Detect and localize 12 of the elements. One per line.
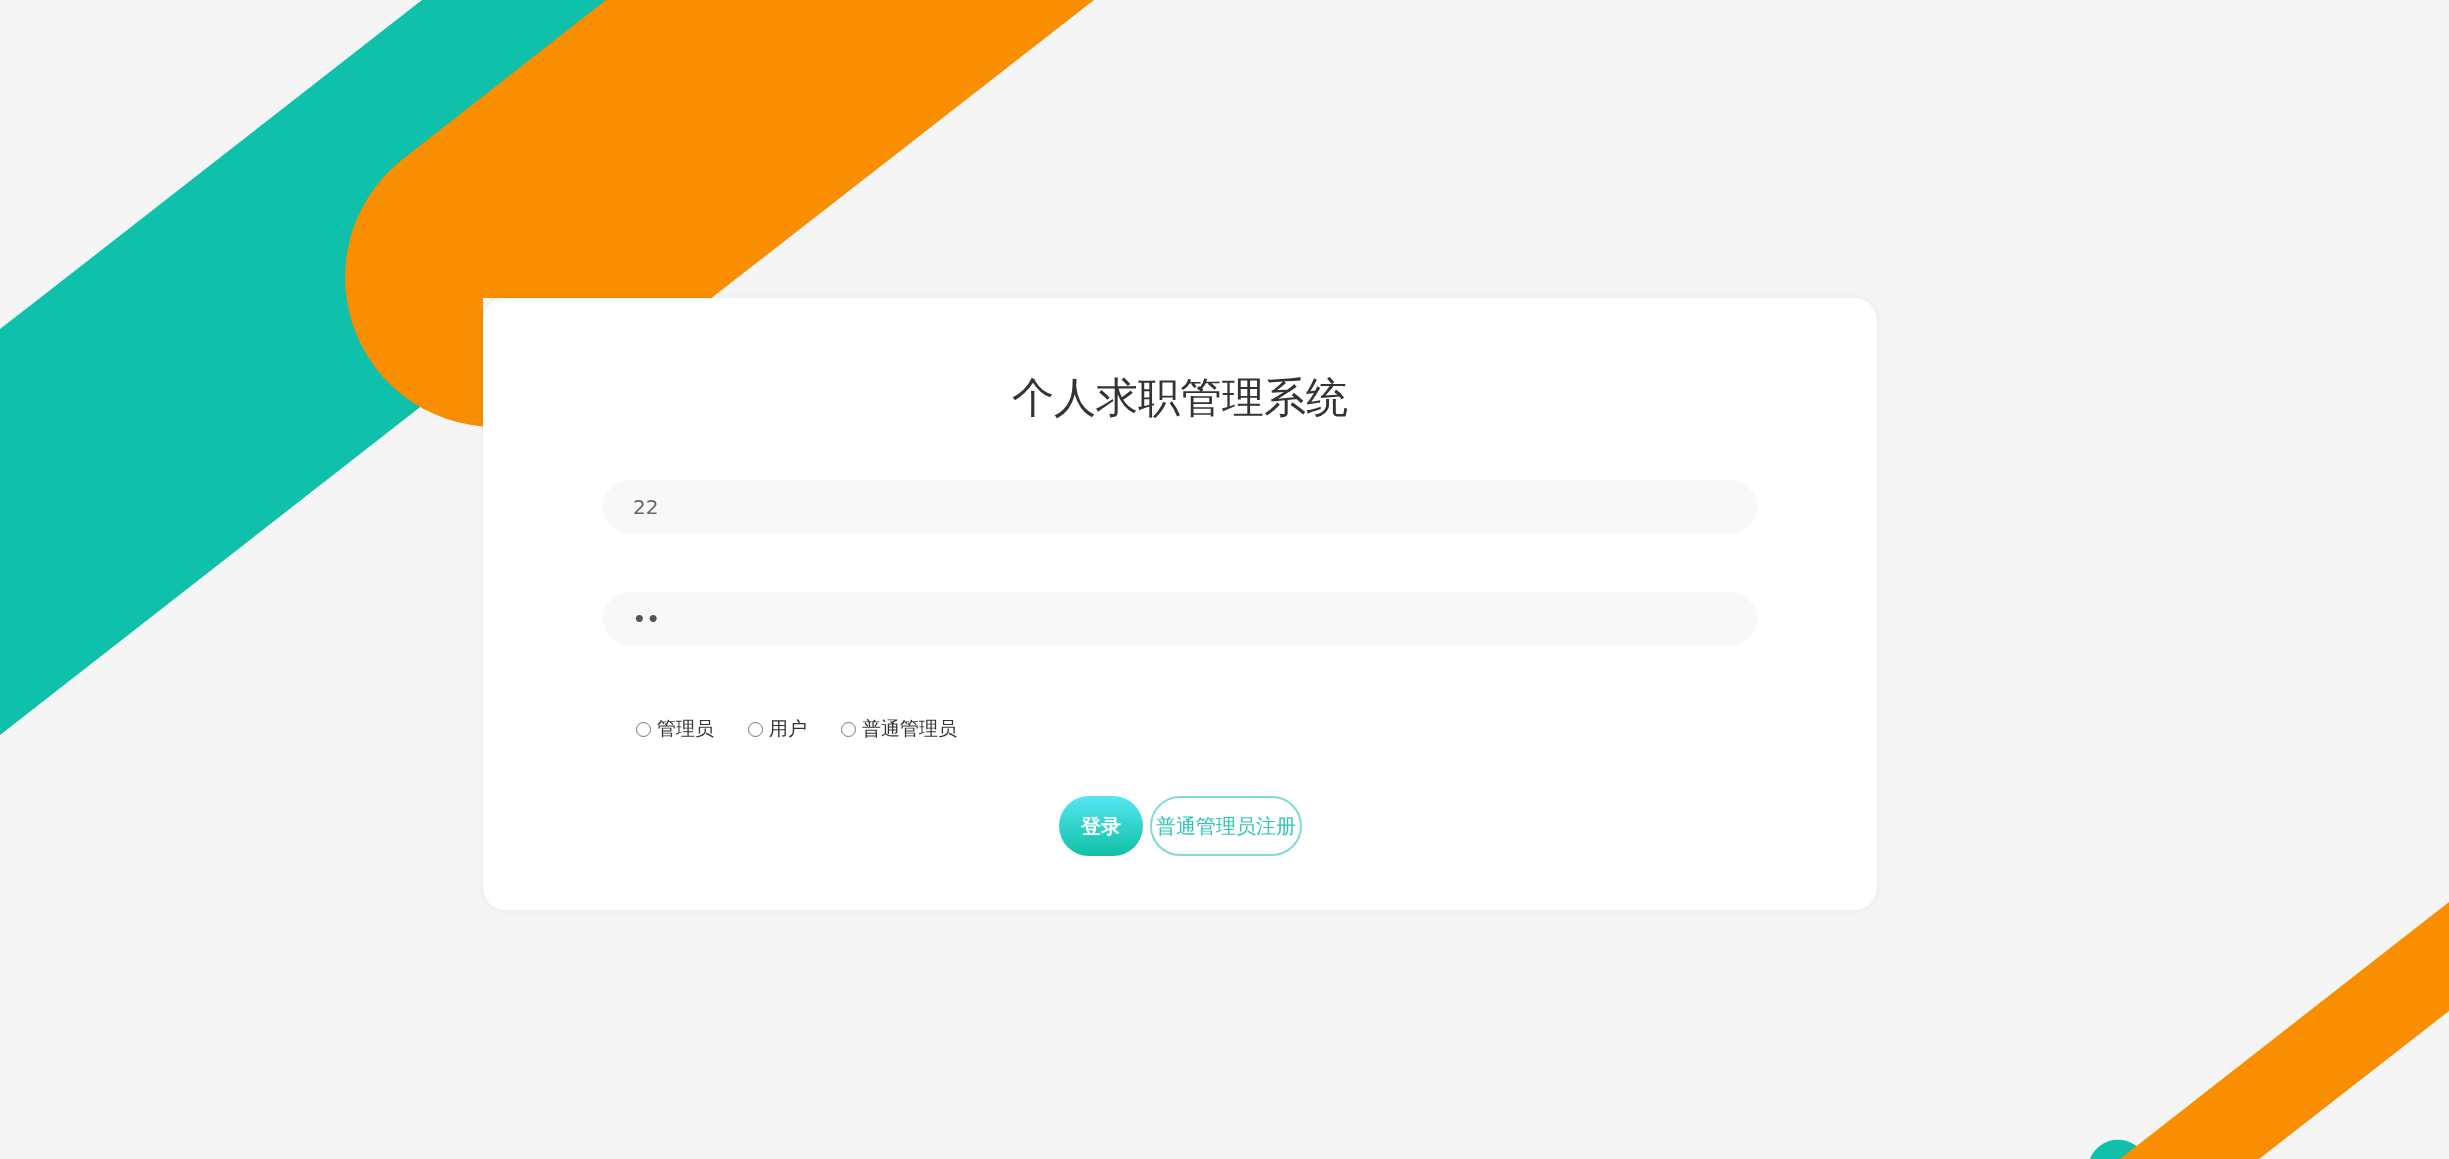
role-radio[interactable]: 管理员 — [636, 716, 714, 742]
role-radio[interactable]: 用户 — [748, 716, 807, 742]
role-label: 管理员 — [657, 716, 714, 741]
radio-icon[interactable] — [841, 721, 856, 737]
username-field[interactable]: 22 — [603, 480, 1757, 534]
page-title: 个人求职管理系统 — [1011, 372, 1349, 424]
role-radio[interactable]: 普通管理员 — [841, 716, 957, 742]
role-label: 用户 — [769, 716, 807, 741]
radio-icon[interactable] — [636, 721, 651, 737]
password-field[interactable]: •• — [603, 592, 1757, 646]
radio-icon[interactable] — [748, 721, 763, 737]
role-label: 普通管理员 — [862, 716, 957, 741]
